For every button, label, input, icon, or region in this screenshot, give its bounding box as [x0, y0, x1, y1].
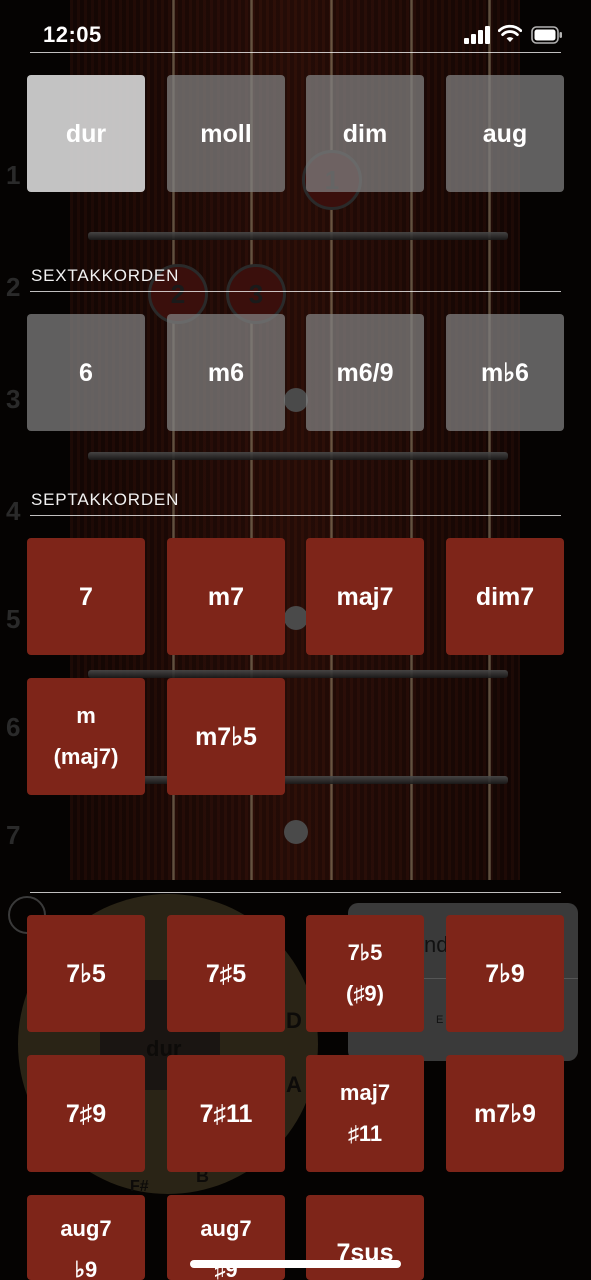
fret-number: 2 [6, 272, 21, 302]
chord-button-mb6[interactable]: m♭6 [446, 314, 564, 431]
chord-button-m6[interactable]: m6 [167, 314, 285, 431]
status-bar: 12:05 [0, 0, 591, 52]
chord-button-m7b5[interactable]: m7♭5 [167, 678, 285, 795]
section-divider [30, 515, 561, 516]
chord-button-aug7-b9[interactable]: aug7 ♭9 [27, 1195, 145, 1280]
status-time: 12:05 [43, 22, 102, 47]
fret-bar [88, 232, 508, 240]
chord-button-aug[interactable]: aug [446, 75, 564, 192]
chord-button-7[interactable]: 7 [27, 538, 145, 655]
chord-button-6[interactable]: 6 [27, 314, 145, 431]
chord-button-7b5[interactable]: 7♭5 [27, 915, 145, 1032]
fret-marker [284, 820, 308, 844]
section-divider [30, 291, 561, 292]
info-panel-subtext: E [436, 1014, 444, 1026]
wheel-label: A [286, 1072, 302, 1097]
battery-icon [531, 26, 562, 44]
chord-button-7s9[interactable]: 7♯9 [27, 1055, 145, 1172]
chord-button-m6-9[interactable]: m6/9 [306, 314, 424, 431]
info-panel-text: nd [424, 932, 449, 957]
fret-bar [88, 670, 508, 678]
cellular-signal-icon [464, 26, 492, 44]
chord-button-maj7-s11[interactable]: maj7 ♯11 [306, 1055, 424, 1172]
fret-marker [284, 606, 308, 630]
chord-button-dur[interactable]: dur [27, 75, 145, 192]
chord-button-7b9[interactable]: 7♭9 [446, 915, 564, 1032]
fret-number: 5 [6, 604, 21, 634]
chord-button-7s5[interactable]: 7♯5 [167, 915, 285, 1032]
section-title-sixth: SEXTAKKORDEN [31, 266, 180, 285]
chord-button-m-maj7[interactable]: m (maj7) [27, 678, 145, 795]
home-indicator[interactable] [190, 1260, 401, 1268]
chord-button-dim7[interactable]: dim7 [446, 538, 564, 655]
fret-bar [88, 452, 508, 460]
chord-button-m7[interactable]: m7 [167, 538, 285, 655]
fret-number: 1 [6, 160, 21, 190]
chord-button-moll[interactable]: moll [167, 75, 285, 192]
fret-number: 4 [6, 496, 21, 526]
wheel-label: F# [130, 1178, 149, 1195]
fret-number: 3 [6, 384, 21, 414]
chord-button-7s11[interactable]: 7♯11 [167, 1055, 285, 1172]
wheel-label: D [286, 1008, 302, 1033]
chord-button-maj7[interactable]: maj7 [306, 538, 424, 655]
fret-number: 7 [6, 820, 21, 850]
top-divider [30, 52, 561, 53]
fret-number: 6 [6, 712, 21, 742]
section-divider [30, 892, 561, 893]
fret-marker [284, 388, 308, 412]
chord-button-m7b9[interactable]: m7♭9 [446, 1055, 564, 1172]
wifi-icon [498, 24, 522, 42]
section-title-seventh: SEPTAKKORDEN [31, 490, 180, 509]
chord-button-7b5-s9[interactable]: 7♭5 (♯9) [306, 915, 424, 1032]
chord-button-dim[interactable]: dim [306, 75, 424, 192]
fret-bar [88, 776, 508, 784]
